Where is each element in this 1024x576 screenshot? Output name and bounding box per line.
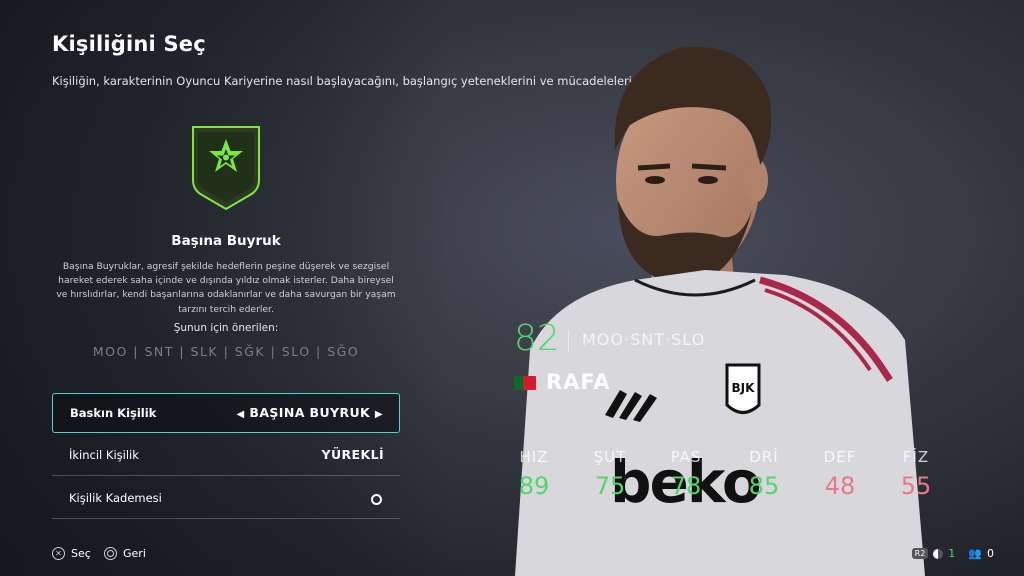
users-icon: 👥 (968, 547, 982, 560)
overall-divider (568, 330, 569, 352)
select-button[interactable]: ✕ Seç (52, 547, 91, 560)
back-button[interactable]: Geri (104, 547, 146, 560)
stat-dribbling: DRİ 85 (748, 448, 780, 500)
arrow-right-icon[interactable]: ▶ (375, 409, 383, 420)
stat-physical: FİZ 55 (900, 448, 932, 500)
recommended-positions: MOO | SNT | SLK | SĞK | SLO | SĞO (92, 344, 360, 359)
cross-button-icon: ✕ (52, 547, 65, 560)
arrow-left-icon[interactable]: ◀ (237, 409, 245, 420)
recommended-title: Şunun için önerilen: (173, 322, 279, 334)
primary-persona-selector[interactable]: Baskın Kişilik ◀ BAŞINA BUYRUK ▶ (52, 393, 400, 433)
hud-count-1: 1 (948, 547, 956, 560)
persona-level-label: Kişilik Kademesi (69, 491, 162, 505)
circle-button-icon (104, 547, 117, 560)
r2-button-icon: R2 (911, 548, 929, 559)
half-circle-icon (933, 548, 944, 559)
secondary-persona-selector[interactable]: İkincil Kişilik YÜREKLİ (52, 436, 400, 476)
secondary-persona-value: YÜREKLİ (321, 447, 384, 462)
player-positions: MOO·SNT·SLO (582, 330, 706, 349)
page-title: Kişiliğini Seç (52, 32, 206, 56)
svg-text:BJK: BJK (732, 381, 756, 395)
hud-count-2: 0 (987, 547, 994, 560)
player-jersey: BJK beko (515, 270, 925, 576)
persona-name: Başına Buyruk (171, 233, 281, 249)
secondary-persona-label: İkincil Kişilik (69, 448, 139, 462)
player-overall: 82 (514, 318, 560, 359)
stat-passing: PAS 78 (670, 448, 702, 500)
stat-shooting: ŞUT 75 (593, 448, 627, 500)
player-name: RAFA (546, 370, 611, 394)
primary-persona-label: Baskın Kişilik (70, 406, 157, 420)
stat-pace: HIZ 89 (518, 448, 550, 500)
primary-persona-value[interactable]: ◀ BAŞINA BUYRUK ▶ (237, 405, 383, 420)
star-shield-icon (192, 126, 260, 211)
persona-level-selector[interactable]: Kişilik Kademesi (52, 479, 400, 519)
portugal-flag-icon (514, 376, 536, 390)
hud-indicators: R2 1 👥 0 (911, 547, 994, 560)
stat-defending: DEF 48 (823, 448, 857, 500)
circle-icon (371, 494, 382, 505)
persona-description: Başına Buyruklar, agresif şekilde hedefl… (56, 261, 396, 315)
